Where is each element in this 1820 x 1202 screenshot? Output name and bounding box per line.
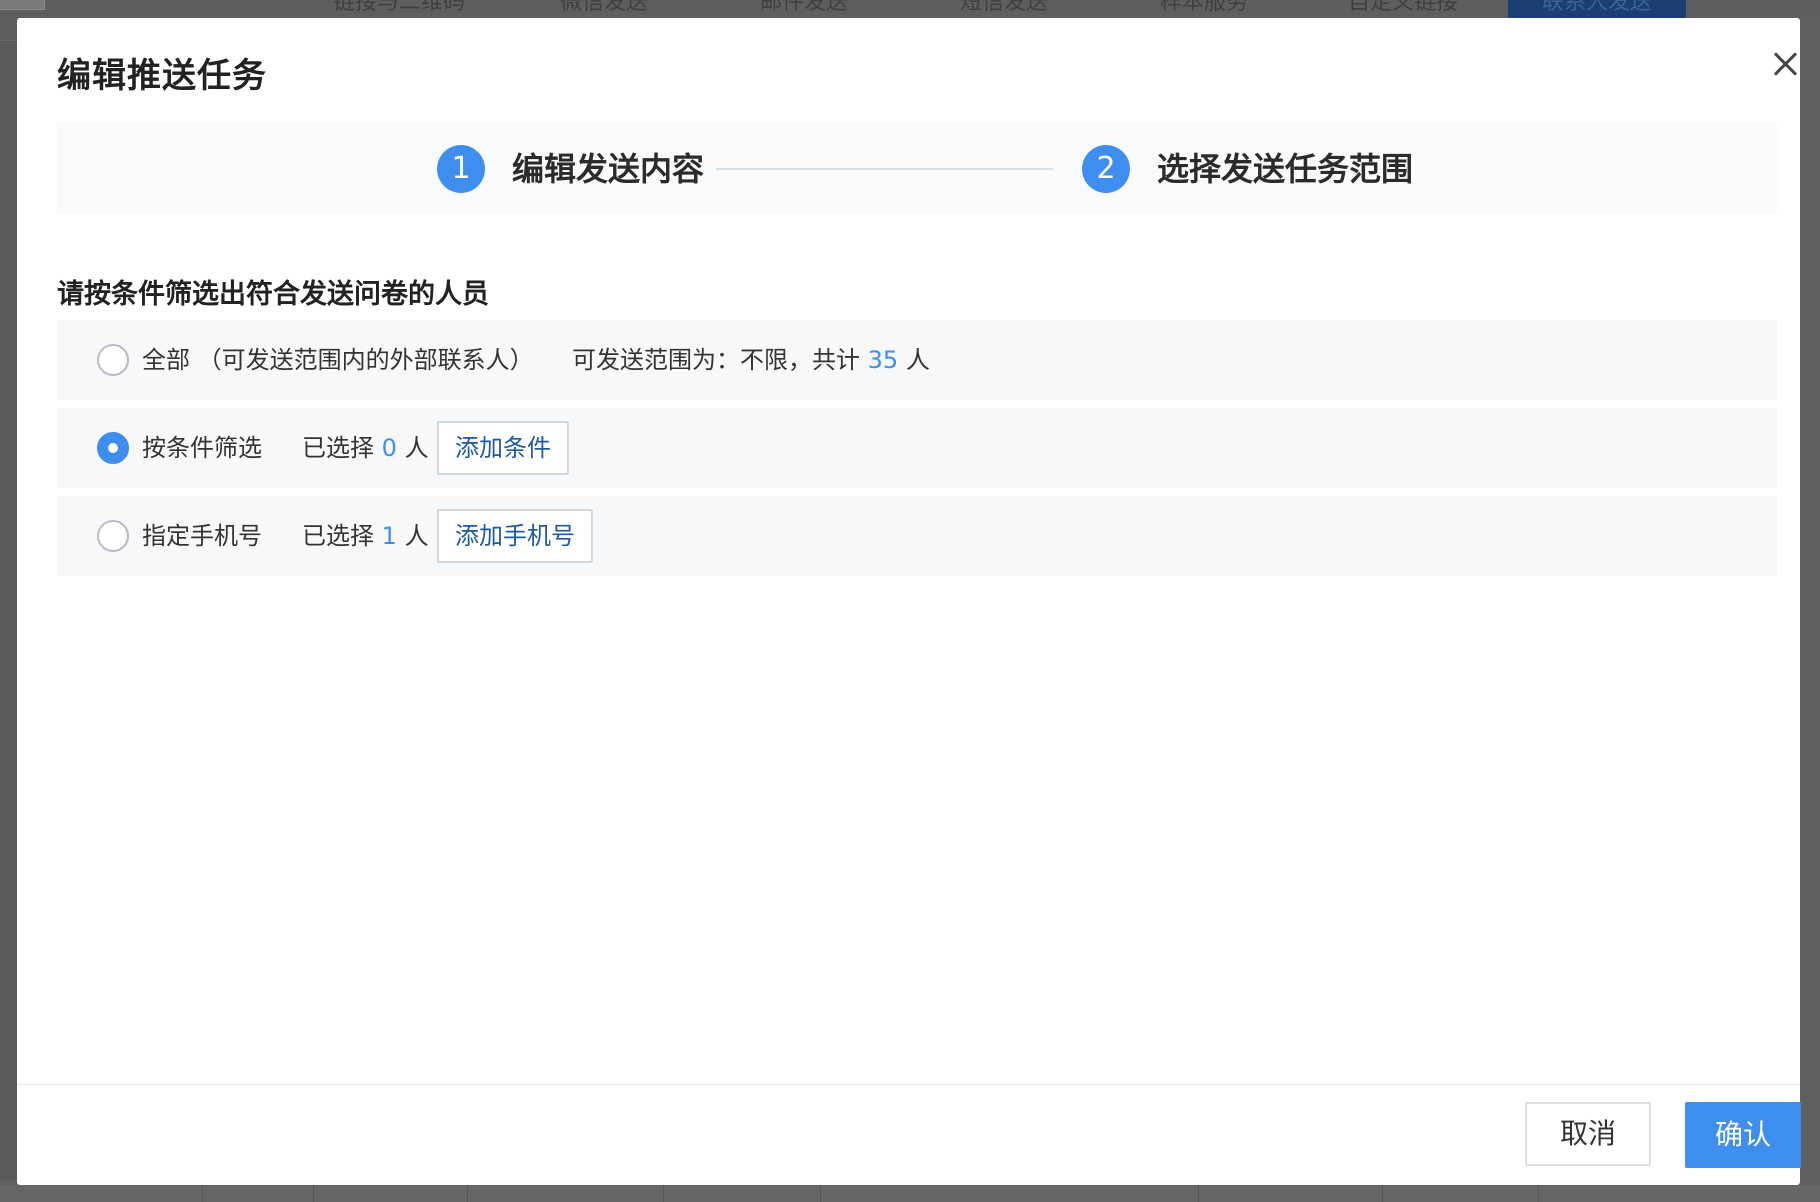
option-phone-row[interactable]: 指定手机号 已选择 1 人 添加手机号 (57, 496, 1777, 576)
edit-push-task-dialog: 编辑推送任务 1 编辑发送内容 2 选择发送任务范围 请按条件筛选出符合发送问卷… (17, 18, 1801, 1185)
add-condition-button[interactable]: 添加条件 (437, 421, 569, 475)
option-filter-label: 按条件筛选 (142, 434, 262, 462)
cancel-button[interactable]: 取消 (1525, 1102, 1651, 1166)
bg-tab-sms: 短信发送 (960, 0, 1049, 15)
option-all-row[interactable]: 全部 （可发送范围内的外部联系人） 可发送范围为：不限，共计 35 人 (57, 320, 1777, 400)
filter-selected-count: 0 (381, 434, 397, 462)
bg-cell-divider (202, 1185, 203, 1202)
scope-count: 35 (867, 346, 899, 374)
filter-selected-unit: 人 (404, 434, 429, 462)
radio-filter[interactable] (97, 432, 129, 464)
background-corner (0, 0, 45, 10)
option-filter-row[interactable]: 按条件筛选 已选择 0 人 添加条件 (57, 408, 1777, 488)
confirm-button[interactable]: 确认 (1685, 1102, 1801, 1168)
background-right-strip (1800, 18, 1820, 1188)
scope-unit: 人 (905, 346, 930, 374)
close-icon[interactable] (1770, 49, 1800, 79)
bg-tab-wechat: 微信发送 (560, 0, 649, 15)
bg-tab-sample-service: 样本服务 (1160, 0, 1249, 15)
bg-cell-divider (313, 1185, 314, 1202)
dialog-title: 编辑推送任务 (57, 56, 267, 96)
step-indicator: 1 编辑发送内容 2 选择发送任务范围 (57, 122, 1777, 214)
add-phone-button[interactable]: 添加手机号 (437, 509, 593, 563)
background-left-strip (0, 40, 17, 1180)
footer-divider (17, 1084, 1800, 1085)
bg-tab-contact-send: 联系人发送 (1508, 0, 1687, 18)
filter-selected-prefix: 已选择 (302, 434, 374, 462)
bg-tab-email: 邮件发送 (760, 0, 849, 15)
step-1-number: 1 (437, 145, 485, 193)
bg-cell-divider (1538, 1185, 1539, 1202)
background-tab-bar: 链接与二维码 微信发送 邮件发送 短信发送 样本服务 自定义链接 联系人发送 (0, 0, 1820, 18)
step-connector-line (716, 168, 1053, 170)
background-table-edge (0, 1185, 1820, 1202)
bg-tab-link-qrcode: 链接与二维码 (333, 0, 466, 15)
step-2-label: 选择发送任务范围 (1157, 150, 1414, 188)
bg-cell-divider (820, 1185, 821, 1202)
bg-cell-divider (1198, 1185, 1199, 1202)
option-phone-selected-text: 已选择 1 人 (302, 496, 429, 576)
section-title: 请按条件筛选出符合发送问卷的人员 (57, 279, 489, 310)
phone-selected-count: 1 (381, 522, 397, 550)
option-filter-selected-text: 已选择 0 人 (302, 408, 429, 488)
step-2-number: 2 (1082, 145, 1130, 193)
bg-cell-divider (467, 1185, 468, 1202)
option-all-scope-text: 可发送范围为：不限，共计 35 人 (572, 320, 930, 400)
bg-tab-custom-link: 自定义链接 (1348, 0, 1459, 15)
radio-all[interactable] (97, 344, 129, 376)
phone-selected-prefix: 已选择 (302, 522, 374, 550)
step-1-label: 编辑发送内容 (512, 150, 705, 188)
radio-phone[interactable] (97, 520, 129, 552)
option-all-label: 全部 （可发送范围内的外部联系人） (142, 346, 534, 374)
bg-cell-divider (1382, 1185, 1383, 1202)
bg-cell-divider (663, 1185, 664, 1202)
scope-prefix: 可发送范围为：不限，共计 (572, 346, 860, 374)
option-phone-label: 指定手机号 (142, 522, 262, 550)
phone-selected-unit: 人 (404, 522, 429, 550)
